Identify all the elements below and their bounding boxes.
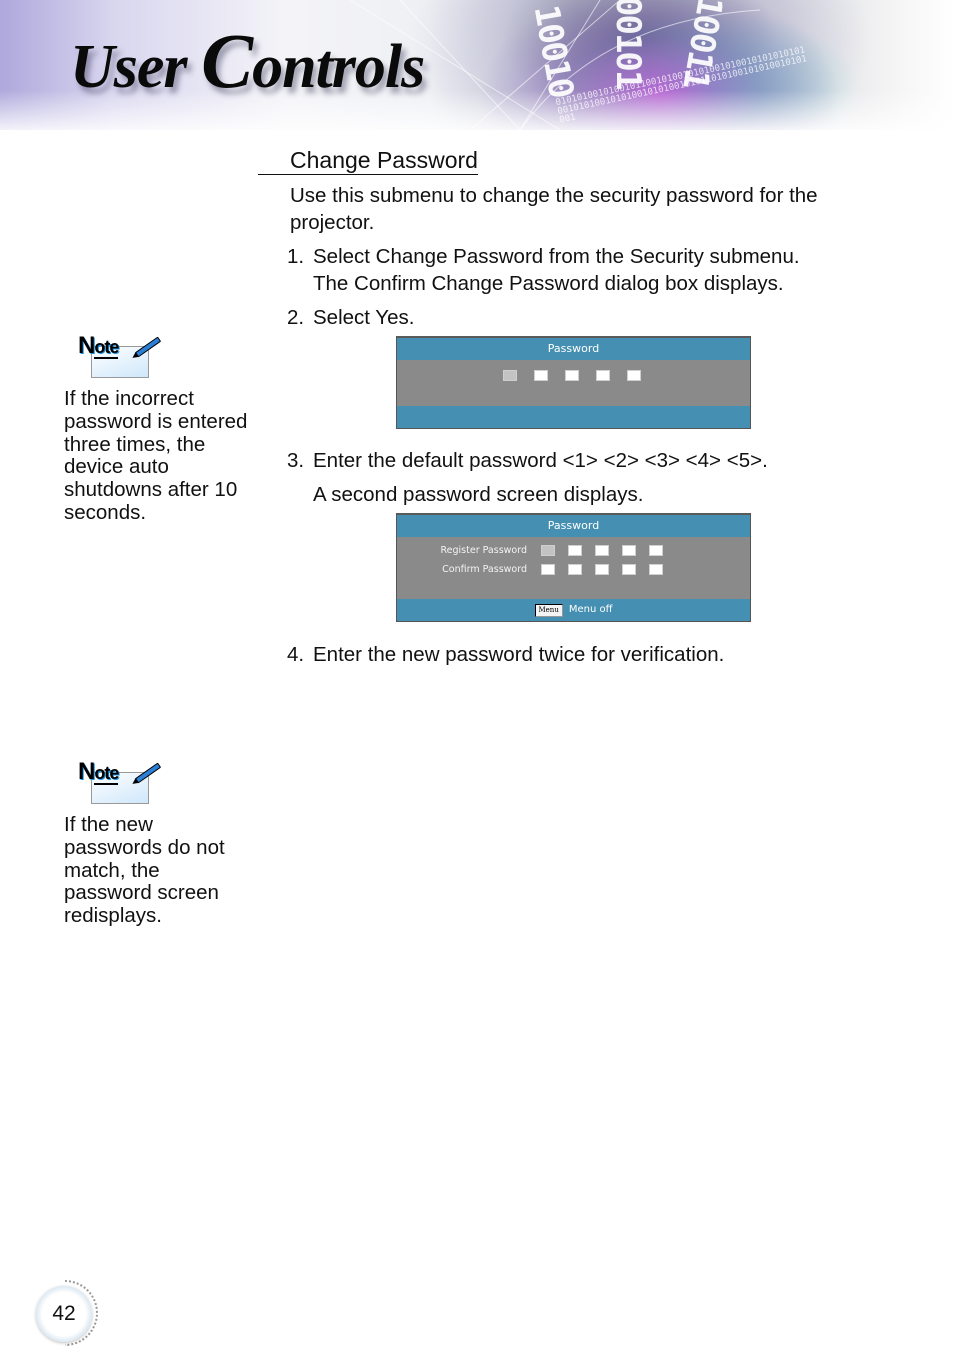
dialog-footer: Menu Menu off bbox=[397, 599, 750, 621]
intro-paragraph: Use this submenu to change the security … bbox=[290, 184, 818, 234]
title-word-user: User bbox=[70, 33, 202, 101]
password-digit-box[interactable] bbox=[622, 564, 636, 575]
binary-digits-2: 00101 bbox=[608, 0, 648, 89]
password-entry-row bbox=[503, 370, 658, 381]
dialog-title: Password bbox=[397, 515, 750, 537]
step-number: 4. bbox=[287, 643, 305, 666]
register-password-label: Register Password bbox=[440, 545, 527, 556]
password-digit-box[interactable] bbox=[649, 545, 663, 556]
note-icon: Note bbox=[76, 758, 176, 806]
step-text: Select Yes. bbox=[313, 306, 415, 329]
password-digit-box[interactable] bbox=[568, 564, 582, 575]
register-password-row: Register Password bbox=[397, 545, 750, 556]
menu-off-text: Menu off bbox=[568, 604, 613, 615]
step-3: 3. Enter the default password <1> <2> <3>… bbox=[287, 447, 887, 474]
password-digit-box[interactable] bbox=[627, 370, 641, 381]
step-number: 1. bbox=[287, 245, 305, 268]
step-number: 3. bbox=[287, 449, 305, 472]
step-text: Select Change Password from the Security… bbox=[313, 245, 800, 268]
password-digit-box[interactable] bbox=[596, 370, 610, 381]
step-3-continuation: A second password screen displays. bbox=[313, 483, 644, 506]
dialog-footer bbox=[397, 406, 750, 428]
step-4: 4. Enter the new password twice for verif… bbox=[287, 641, 887, 668]
step-number: 2. bbox=[287, 306, 305, 329]
password-dialog-1: Password bbox=[396, 336, 751, 429]
password-digit-box[interactable] bbox=[649, 564, 663, 575]
header-banner: 10010 00101 10011 0101010010100101100101… bbox=[0, 0, 954, 130]
dialog-body bbox=[397, 360, 750, 407]
confirm-password-row: Confirm Password bbox=[397, 564, 750, 575]
section-title: Change Password bbox=[258, 147, 478, 175]
note-text: If the incorrect password is entered thr… bbox=[64, 387, 248, 524]
step-2: 2. Select Yes. bbox=[287, 304, 887, 331]
title-capital-c: C bbox=[201, 17, 253, 104]
note-incorrect-password: Note If the incorrect password is entere… bbox=[64, 332, 249, 525]
note-icon: Note bbox=[76, 332, 176, 380]
page-title: User Controls bbox=[70, 16, 425, 106]
confirm-password-label: Confirm Password bbox=[442, 564, 527, 575]
dialog-body: Register Password Confirm Password bbox=[397, 537, 750, 600]
password-digit-box[interactable] bbox=[595, 564, 609, 575]
note-label: Note bbox=[78, 758, 119, 785]
password-digit-box[interactable] bbox=[534, 370, 548, 381]
title-word-rest: ontrols bbox=[252, 33, 425, 101]
password-digit-box[interactable] bbox=[565, 370, 579, 381]
dialog-title: Password bbox=[397, 338, 750, 360]
note-text: If the new passwords do not match, the p… bbox=[64, 813, 225, 928]
menu-key-icon: Menu bbox=[534, 603, 563, 617]
step-text: Enter the new password twice for verific… bbox=[313, 643, 725, 666]
password-dialog-2: Password Register Password Confirm Passw… bbox=[396, 513, 751, 622]
note-label: Note bbox=[78, 332, 119, 359]
password-digit-box[interactable] bbox=[541, 564, 555, 575]
password-digit-box[interactable] bbox=[568, 545, 582, 556]
password-digit-box[interactable] bbox=[595, 545, 609, 556]
note-password-mismatch: Note If the new passwords do not match, … bbox=[64, 758, 249, 928]
page-number: 42 bbox=[52, 1302, 76, 1325]
password-digit-box[interactable] bbox=[541, 545, 555, 556]
step-text: Enter the default password <1> <2> <3> <… bbox=[313, 449, 768, 472]
page-number-badge: 42 bbox=[30, 1280, 100, 1346]
password-digit-box[interactable] bbox=[622, 545, 636, 556]
step-1: 1. Select Change Password from the Securi… bbox=[287, 243, 887, 297]
step-continuation: The Confirm Change Password dialog box d… bbox=[313, 272, 784, 295]
password-digit-box[interactable] bbox=[503, 370, 517, 381]
